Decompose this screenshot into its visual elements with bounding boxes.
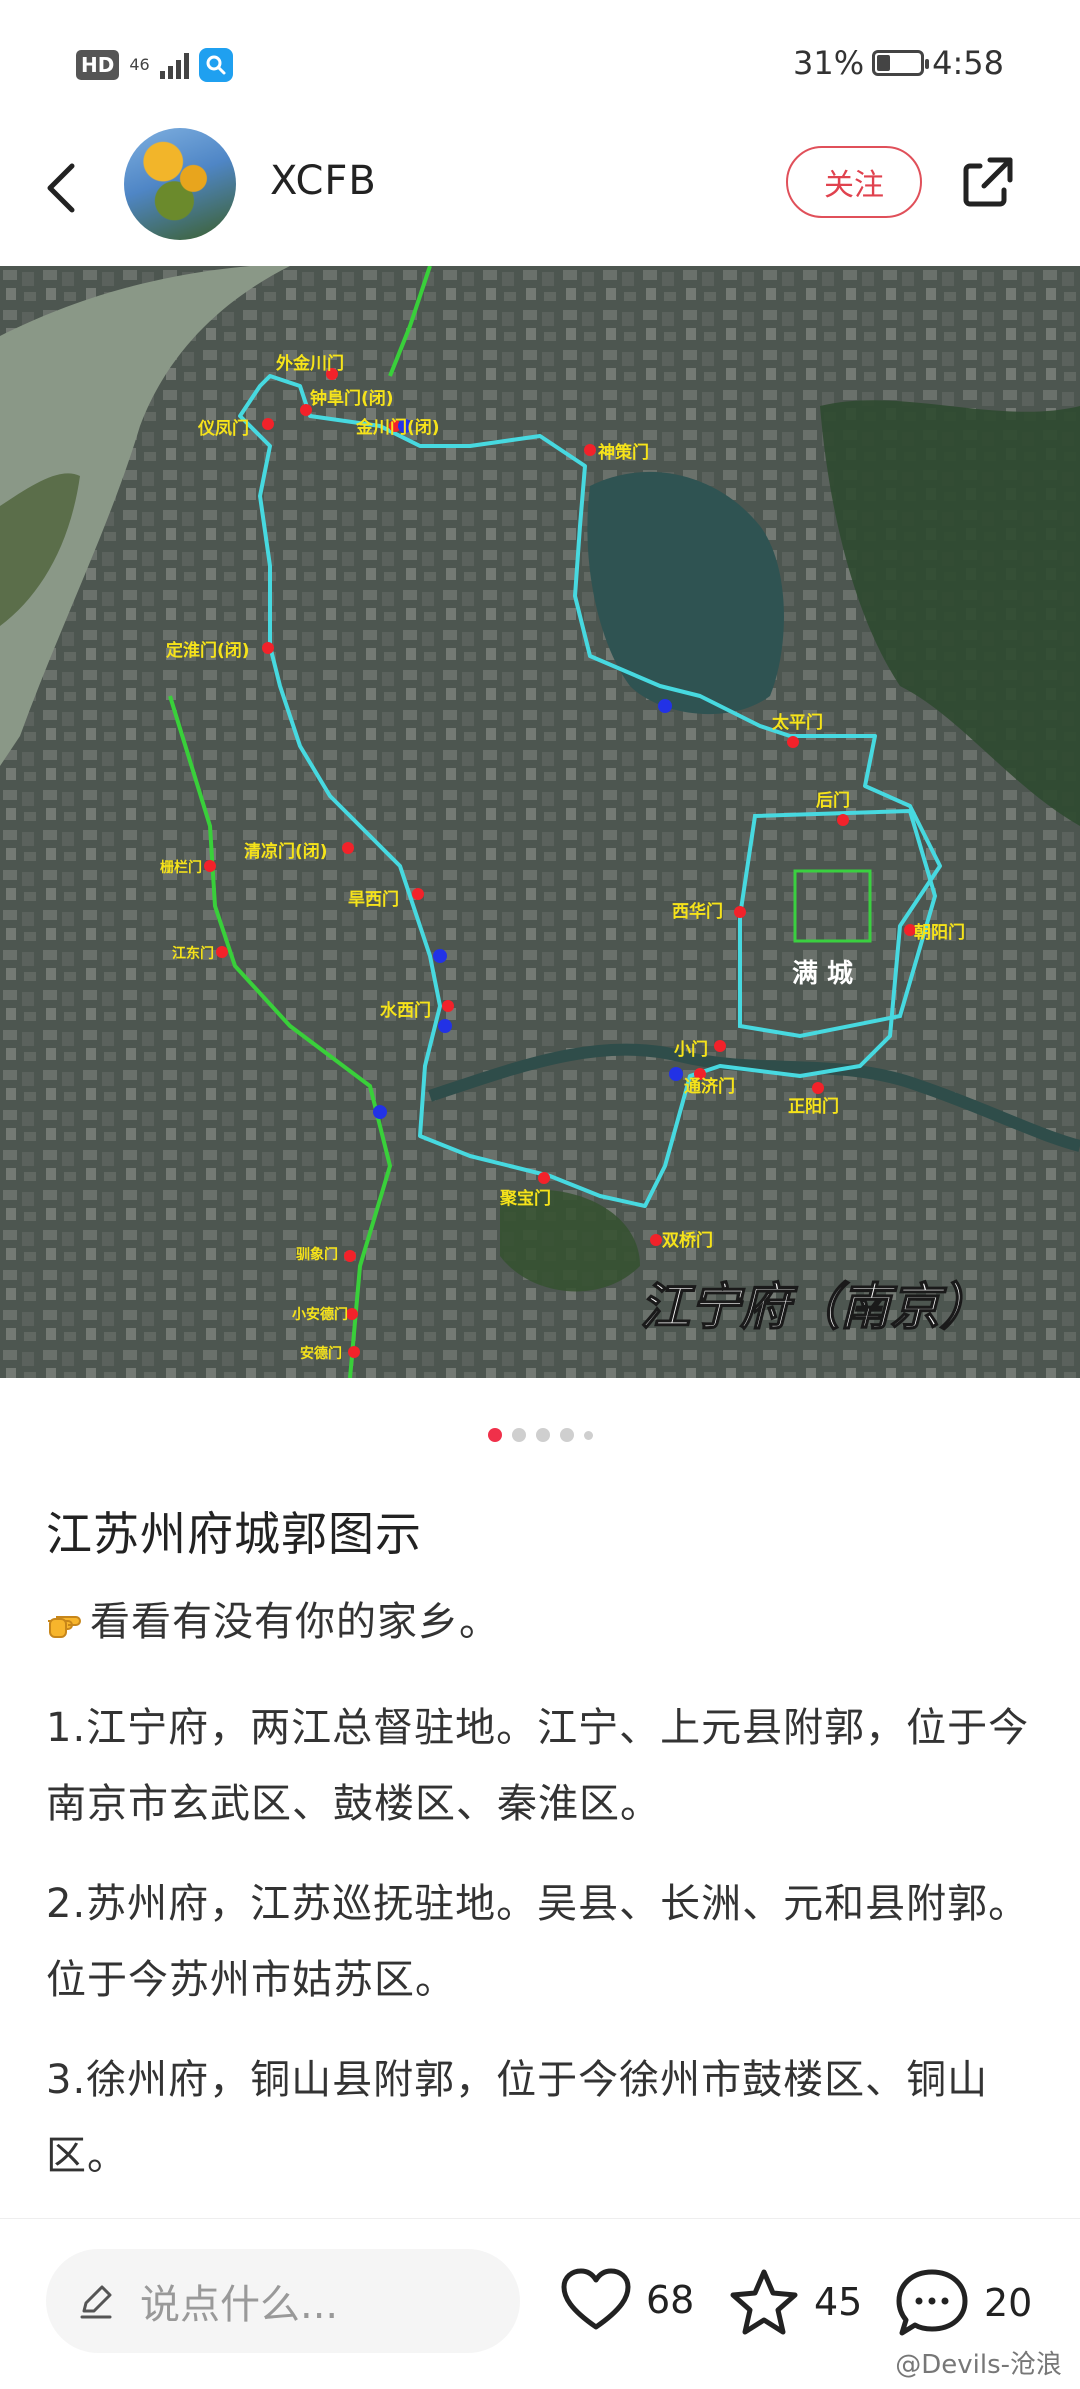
- comment-bubble-icon: [896, 2269, 968, 2336]
- district-label: 满 城: [792, 959, 853, 989]
- comment-input[interactable]: 说点什么...: [46, 2249, 520, 2353]
- favorite-count: 45: [814, 2280, 863, 2324]
- water-gate-marker: [433, 949, 447, 963]
- gate-label: 神策门: [598, 442, 649, 463]
- gate-label: 水西门: [380, 1000, 431, 1021]
- gate-marker: [442, 1000, 454, 1012]
- post-paragraph: 3.徐州府，铜山县附郭，位于今徐州市鼓楼区、铜山区。: [46, 2057, 989, 2179]
- pencil-icon: [80, 2285, 112, 2319]
- gate-marker: [348, 1346, 360, 1358]
- water-gate-marker: [373, 1105, 387, 1119]
- battery-percent: 31%: [793, 44, 865, 82]
- water-gate-marker: [658, 699, 672, 713]
- nanjing-city-map: 外金川门 钟阜门(闭) 金川门(闭) 仪凤门 神策门 定淮门(闭) 太平门 后门…: [0, 266, 1080, 1378]
- username[interactable]: XCFB: [270, 158, 377, 204]
- gate-label: 仪凤门: [197, 418, 249, 439]
- status-bar: HD 46 31% 4:58: [0, 0, 1080, 120]
- gate-marker: [342, 842, 354, 854]
- search-notification-icon: [198, 48, 233, 82]
- share-button[interactable]: [960, 154, 1016, 210]
- gate-label: 江东门: [172, 945, 214, 962]
- star-icon: [730, 2269, 798, 2335]
- gate-marker: [538, 1172, 550, 1184]
- pager-dot[interactable]: [535, 1428, 550, 1442]
- comment-button[interactable]: 20: [894, 2267, 1032, 2339]
- gate-label: 清凉门(闭): [244, 841, 328, 862]
- post-intro-text: 看看有没有你的家乡。: [90, 1599, 500, 1645]
- gate-label: 朝阳门: [914, 922, 965, 943]
- gate-label: 聚宝门: [499, 1188, 551, 1209]
- pager-dot[interactable]: [511, 1428, 526, 1442]
- pager-dot[interactable]: [487, 1428, 502, 1442]
- like-button[interactable]: 68: [560, 2267, 694, 2333]
- post-intro: 看看有没有你的家乡。: [46, 1584, 1036, 1666]
- gate-label: 正阳门: [788, 1096, 839, 1117]
- gate-marker: [262, 418, 274, 430]
- gate-label: 小门: [674, 1039, 708, 1060]
- follow-button[interactable]: 关注: [786, 146, 922, 218]
- gate-marker: [262, 642, 274, 654]
- chevron-left-icon: [47, 163, 75, 213]
- gate-marker: [812, 1082, 824, 1094]
- gate-label: 双桥门: [662, 1230, 713, 1251]
- gate-marker: [204, 860, 216, 872]
- gate-marker: [837, 814, 849, 826]
- gate-marker: [787, 736, 799, 748]
- gate-label: 后门: [816, 790, 850, 811]
- comment-placeholder: 说点什么...: [140, 2282, 339, 2328]
- battery-fill: [877, 55, 891, 71]
- network-type: 46: [129, 55, 150, 74]
- battery-icon: [872, 50, 930, 76]
- favorite-button[interactable]: 45: [728, 2267, 862, 2337]
- map-caption: 江宁府（南京）: [640, 1278, 990, 1336]
- image-pager[interactable]: [0, 1428, 1080, 1442]
- post-paragraph: 2.苏州府，江苏巡抚驻地。吴县、长洲、元和县附郭。位于今苏州市姑苏区。: [46, 1881, 1030, 2003]
- gate-marker: [216, 946, 228, 958]
- gate-marker: [714, 1040, 726, 1052]
- water-gate-marker: [669, 1067, 683, 1081]
- gate-label: 安德门: [300, 1345, 342, 1362]
- water-gate-marker: [438, 1019, 452, 1033]
- like-count: 68: [646, 2278, 695, 2322]
- gate-marker: [734, 906, 746, 918]
- gate-label: 钟阜门(闭): [310, 388, 394, 409]
- gate-label: 金川门(闭): [355, 417, 440, 438]
- post-image-map[interactable]: 外金川门 钟阜门(闭) 金川门(闭) 仪凤门 神策门 定淮门(闭) 太平门 后门…: [0, 266, 1080, 1378]
- gate-marker: [584, 444, 596, 456]
- status-left: HD 46: [76, 48, 233, 82]
- gate-label: 太平门: [772, 712, 823, 733]
- gate-label: 栅栏门: [160, 859, 202, 876]
- gate-marker: [344, 1250, 356, 1262]
- status-right: 31% 4:58: [793, 44, 1004, 82]
- pointing-hand-icon: [46, 1590, 86, 1666]
- gate-label: 旱西门: [348, 889, 399, 910]
- pager-dot[interactable]: [583, 1430, 593, 1440]
- share-icon: [963, 157, 1013, 207]
- gate-label: 西华门: [672, 901, 723, 922]
- post-paragraph: 1.江宁府，两江总督驻地。江宁、上元县附郭，位于今南京市玄武区、鼓楼区、秦淮区。: [46, 1705, 1030, 1827]
- gate-label: 通济门: [684, 1076, 735, 1097]
- post-title: 江苏州府城郭图示: [46, 1507, 422, 1561]
- back-button[interactable]: [36, 156, 84, 220]
- signal-icon: [159, 51, 189, 79]
- gate-label: 小安德门: [292, 1306, 348, 1323]
- avatar[interactable]: [124, 128, 236, 240]
- heart-icon: [561, 2268, 631, 2330]
- watermark: @Devils-沧浪: [895, 2350, 1062, 2380]
- gate-label: 定淮门(闭): [166, 640, 250, 661]
- comment-count: 20: [984, 2281, 1033, 2325]
- gate-label: 外金川门: [276, 353, 344, 374]
- pager-dot[interactable]: [559, 1428, 574, 1442]
- gate-marker: [650, 1234, 662, 1246]
- hd-badge: HD: [76, 50, 120, 80]
- clock: 4:58: [932, 44, 1004, 82]
- gate-label: 驯象门: [296, 1246, 338, 1263]
- gate-marker: [412, 888, 424, 900]
